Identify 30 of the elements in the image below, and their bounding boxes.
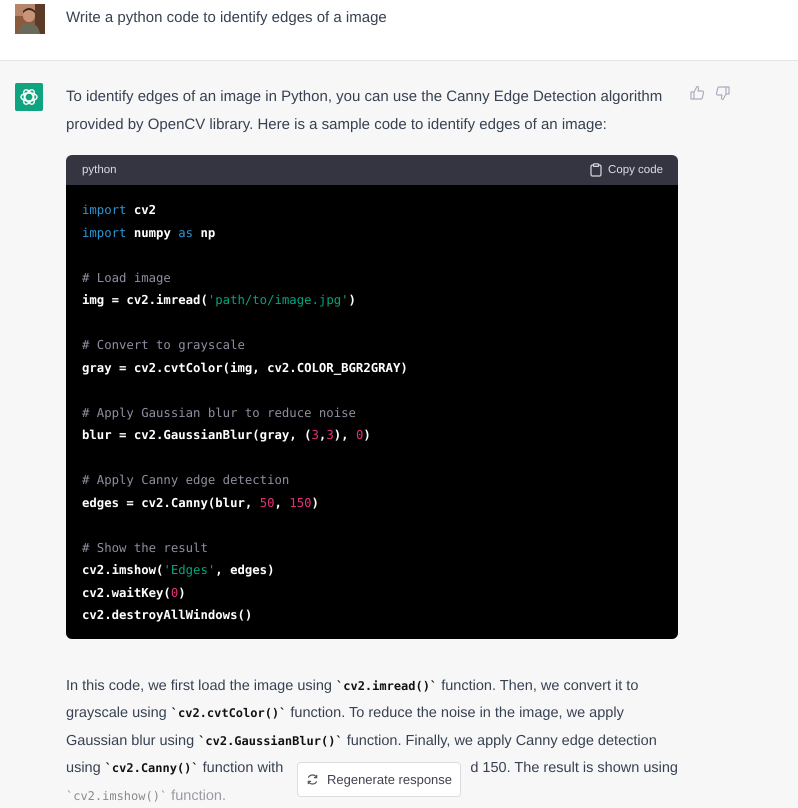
response-text: To identify edges of an image in Python, you can use the Canny Edge Detection algorithm provided by OpenCV library. Here is a sample code to identify edges of an image: [66, 87, 664, 135]
code-line: # Convert to grayscale [82, 337, 245, 354]
regenerate-response-button[interactable]: Regenerate response [297, 762, 461, 797]
code-language: python [82, 164, 117, 176]
thumbs-up-icon[interactable] [689, 85, 705, 101]
response-text-line: using `cv2.Canny()` function with [66, 759, 284, 778]
code-line: cv2.waitKey(0) [82, 584, 186, 602]
code-line: gray = cv2.cvtColor(img, cv2.COLOR_BGR2GRAY) [82, 360, 408, 377]
code-line: img = cv2.imread('path/to/image.jpg') [82, 292, 356, 309]
code-line: blur = cv2.GaussianBlur(gray, (3,3), 0) [82, 427, 371, 444]
response-text-line: d 150. The result is shown using [470, 759, 678, 778]
refresh-icon [306, 773, 319, 786]
response-text-line: Gaussian blur using `cv2.GaussianBlur()` function. Finally, we apply Canny edge detection [66, 732, 657, 750]
code-line: # Show the result [82, 540, 208, 556]
thumbs-down-icon[interactable] [715, 85, 731, 101]
clipboard-icon [590, 163, 602, 177]
chatbot-logo-icon [15, 83, 43, 111]
response-text-line: In this code, we first load the image using `cv2.imread()` function. Then, we convert it to [66, 676, 638, 696]
user-message: Write a python code to identify edges of a image [66, 8, 387, 28]
code-line: import cv2 [82, 202, 156, 219]
response-text-line: `cv2.imshow()` function. [66, 786, 226, 806]
copy-code-button[interactable]: Copy code [590, 163, 663, 177]
code-line: import numpy as np [82, 224, 216, 242]
code-line: # Apply Gaussian blur to reduce noise [82, 404, 356, 422]
code-line: # Apply Canny edge detection [82, 472, 290, 489]
code-line: cv2.destroyAllWindows() [82, 607, 252, 624]
code-line: # Load image [82, 270, 171, 287]
response-text-line: grayscale using `cv2.cvtColor()` function. To reduce the noise in the image, we apply [66, 704, 624, 723]
code-line: cv2.imshow('Edges', edges) [82, 562, 274, 579]
code-line: edges = cv2.Canny(blur, 50, 150) [82, 494, 319, 512]
